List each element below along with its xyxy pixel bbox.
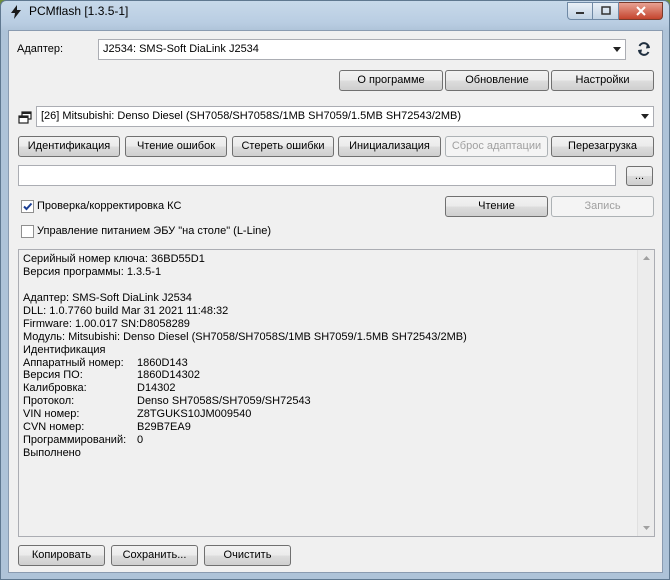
log-line-key: VIN номер: xyxy=(23,408,80,421)
copy-button[interactable]: Копировать xyxy=(18,545,105,566)
checksum-checkbox[interactable] xyxy=(21,200,34,213)
maximize-icon xyxy=(600,6,611,15)
minimize-icon xyxy=(576,12,584,14)
adapter-select[interactable]: J2534: SMS-Soft DiaLink J2534 xyxy=(98,39,626,60)
checkmark-icon xyxy=(23,202,33,211)
log-line-key: Программирований: xyxy=(23,434,127,447)
scroll-down-icon[interactable] xyxy=(638,520,654,536)
close-icon xyxy=(635,6,646,16)
refresh-icon[interactable] xyxy=(636,41,652,57)
module-selected-value: [26] Mitsubishi: Denso Diesel (SH7058/SH… xyxy=(41,110,462,122)
clear-errors-button[interactable]: Стереть ошибки xyxy=(232,136,334,157)
settings-button[interactable]: Настройки xyxy=(551,70,654,91)
about-button[interactable]: О программе xyxy=(339,70,443,91)
log-line-key: Протокол: xyxy=(23,395,75,408)
update-button[interactable]: Обновление xyxy=(445,70,549,91)
module-select[interactable]: [26] Mitsubishi: Denso Diesel (SH7058/SH… xyxy=(36,106,654,127)
browse-button[interactable]: ... xyxy=(626,166,653,186)
log-output[interactable]: Серийный номер ключа: 36BD55D1 Версия про… xyxy=(18,249,655,537)
log-line: Firmware: 1.00.017 SN:D8058289 xyxy=(23,317,190,330)
log-line-key: Аппаратный номер: xyxy=(23,356,124,369)
identify-button[interactable]: Идентификация xyxy=(18,136,120,157)
window-restore-icon[interactable] xyxy=(17,110,33,126)
log-line-value: B29B7EA9 xyxy=(137,421,191,434)
reboot-button[interactable]: Перезагрузка xyxy=(551,136,654,157)
adapter-label: Адаптер: xyxy=(17,43,64,55)
vertical-scrollbar[interactable] xyxy=(637,250,654,536)
power-label: Управление питанием ЭБУ "на столе" (L-Li… xyxy=(37,225,272,237)
read-errors-button[interactable]: Чтение ошибок xyxy=(125,136,227,157)
lightning-icon xyxy=(8,4,24,20)
log-line-value: 0 xyxy=(137,434,144,447)
log-line: Программирований: 0 xyxy=(23,434,634,447)
chevron-down-icon xyxy=(608,40,625,59)
clear-log-button[interactable]: Очистить xyxy=(204,545,291,566)
main-panel: Адаптер: J2534: SMS-Soft DiaLink J2534 О… xyxy=(8,30,663,573)
power-checkbox[interactable] xyxy=(21,225,34,238)
log-line: Протокол: Denso SH7058S/SH7059/SH72543 xyxy=(23,395,634,408)
log-line: CVN номер: B29B7EA9 xyxy=(23,421,634,434)
log-line: Идентификация xyxy=(23,343,106,356)
write-button[interactable]: Запись xyxy=(551,196,654,217)
log-line: Версия ПО: 1860D14302 xyxy=(23,369,634,382)
log-lines: Серийный номер ключа: 36BD55D1 Версия про… xyxy=(23,253,634,460)
log-line: Выполнено xyxy=(23,447,81,460)
log-line-value: D14302 xyxy=(137,382,176,395)
reset-adaptation-button[interactable]: Сброс адаптации xyxy=(445,136,548,157)
minimize-button[interactable] xyxy=(567,2,593,20)
app-window: PCMflash [1.3.5-1] Адаптер: J2534: SMS-S… xyxy=(0,0,670,580)
log-line-value: Z8TGUKS10JM009540 xyxy=(137,408,252,421)
scroll-up-icon[interactable] xyxy=(638,250,654,266)
initialize-button[interactable]: Инициализация xyxy=(338,136,441,157)
log-line: Калибровка: D14302 xyxy=(23,382,634,395)
title-bar[interactable]: PCMflash [1.3.5-1] xyxy=(1,1,669,25)
window-title: PCMflash [1.3.5-1] xyxy=(29,4,129,18)
log-line: DLL: 1.0.7760 build Mar 31 2021 11:48:32 xyxy=(23,304,229,317)
log-line-value: 1860D143 xyxy=(137,356,188,369)
log-line: Версия программы: 1.3.5-1 xyxy=(23,265,162,278)
log-line-key: Калибровка: xyxy=(23,382,87,395)
adapter-selected-value: J2534: SMS-Soft DiaLink J2534 xyxy=(103,43,259,55)
log-line: Аппаратный номер: 1860D143 xyxy=(23,357,634,370)
log-line: VIN номер: Z8TGUKS10JM009540 xyxy=(23,408,634,421)
log-line-key: Версия ПО: xyxy=(23,369,83,382)
read-button[interactable]: Чтение xyxy=(445,196,548,217)
log-line-value: Denso SH7058S/SH7059/SH72543 xyxy=(137,395,311,408)
save-button[interactable]: Сохранить... xyxy=(111,545,198,566)
file-path-input[interactable] xyxy=(18,165,616,186)
log-line-value: 1860D14302 xyxy=(137,369,201,382)
log-line-key: CVN номер: xyxy=(23,421,85,434)
log-line: Адаптер: SMS-Soft DiaLink J2534 xyxy=(23,291,192,304)
chevron-down-icon xyxy=(636,107,653,126)
log-line: Серийный номер ключа: 36BD55D1 xyxy=(23,253,205,265)
log-line: Модуль: Mitsubishi: Denso Diesel (SH7058… xyxy=(23,330,467,343)
maximize-button[interactable] xyxy=(593,2,619,20)
checksum-label: Проверка/корректировка КС xyxy=(37,200,182,212)
close-button[interactable] xyxy=(619,2,663,20)
